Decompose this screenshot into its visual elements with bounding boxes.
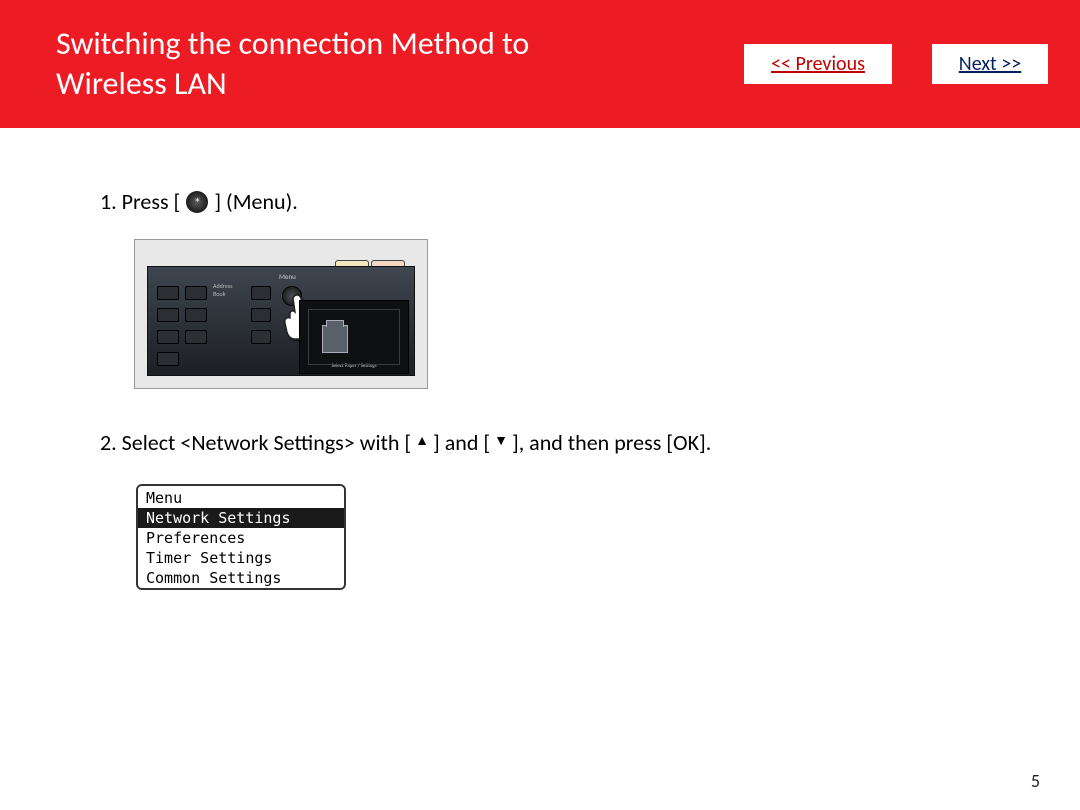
button-matrix-col-a [157,286,179,366]
panel-small-button [185,286,207,300]
step2-part-b: ] and [ [433,429,490,456]
lcd-menu-item: Network Settings [138,508,344,528]
menu-button-icon [186,191,208,213]
panel-small-button [157,330,179,344]
previous-button[interactable]: << Previous [744,44,892,84]
next-button[interactable]: Next >> [932,44,1048,84]
panel-small-button [251,286,271,300]
printer-icon [322,325,348,353]
panel-label-column: AddressBook [213,282,232,298]
step2-part-c: ], and then press [OK]. [512,429,711,456]
page-title: Switching the connection Method to Wirel… [56,24,616,104]
lcd-menu-item: Preferences [138,528,344,548]
panel-small-button [185,330,207,344]
panel-small-button [157,308,179,322]
step1-suffix: ] (Menu). [214,188,298,215]
lcd-menu-item: Common Settings [138,568,344,588]
panel-small-button [251,308,271,322]
panel-tiny-label: AddressBook [213,282,232,298]
header-bar: Switching the connection Method to Wirel… [0,0,1080,128]
panel-side-buttons [251,286,271,344]
panel-screen-caption: Select Paper / Settings [300,363,408,369]
step2-part-a: 2. Select <Network Settings> with [ [100,429,411,456]
panel-small-button [157,286,179,300]
lcd-title: Menu [138,486,344,508]
content-area: 1. Press [ ] (Menu). COPY FAX AddressBoo… [0,128,1080,590]
page-number: 5 [1031,770,1040,792]
panel-small-button [251,330,271,344]
panel-small-button [185,308,207,322]
step1-prefix: 1. Press [ [100,188,180,215]
panel-lcd-window: Select Paper / Settings [299,300,409,374]
control-panel-illustration: COPY FAX AddressBook Menu [134,239,428,389]
down-arrow-icon: ▼ [494,432,508,449]
lcd-menu-illustration: Menu Network Settings Preferences Timer … [136,484,346,590]
step-1-text: 1. Press [ ] (Menu). [100,188,980,215]
lcd-menu-item: Timer Settings [138,548,344,568]
panel-menu-label: Menu [279,272,296,281]
step-2-text: 2. Select <Network Settings> with [ ▲ ] … [100,429,980,456]
button-matrix-col-b [185,286,207,344]
panel-small-button [157,352,179,366]
nav-buttons: << Previous Next >> [744,44,1048,84]
up-arrow-icon: ▲ [415,432,429,449]
